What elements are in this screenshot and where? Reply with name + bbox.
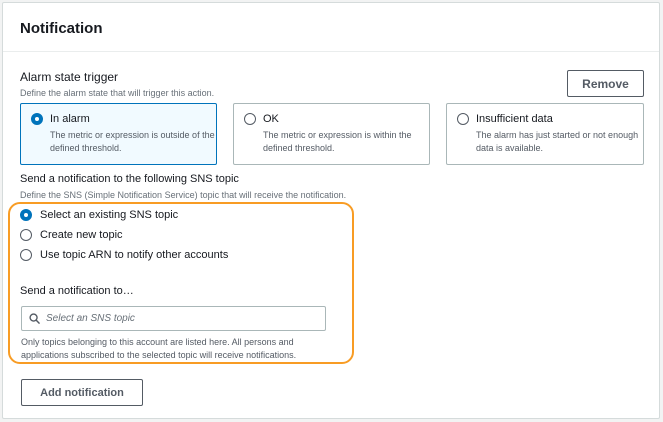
tile-insufficient-data[interactable]: Insufficient data The alarm has just sta… bbox=[446, 103, 644, 165]
tile-label: In alarm bbox=[50, 113, 90, 125]
notification-panel: Notification Alarm state trigger Define … bbox=[2, 2, 660, 419]
tile-ok[interactable]: OK The metric or expression is within th… bbox=[233, 103, 430, 165]
ok-radio[interactable] bbox=[244, 113, 256, 125]
panel-header: Notification bbox=[3, 3, 659, 52]
tile-description: The metric or expression is within the d… bbox=[263, 130, 412, 153]
highlight-outline bbox=[8, 202, 354, 364]
tile-label: Insufficient data bbox=[476, 113, 553, 125]
in-alarm-radio[interactable] bbox=[31, 113, 43, 125]
add-notification-button[interactable]: Add notification bbox=[21, 379, 143, 406]
tile-description: The metric or expression is outside of t… bbox=[50, 130, 215, 153]
tile-in-alarm[interactable]: In alarm The metric or expression is out… bbox=[20, 103, 217, 165]
tile-label: OK bbox=[263, 113, 279, 125]
panel-title: Notification bbox=[20, 20, 103, 37]
sns-description: Define the SNS (Simple Notification Serv… bbox=[20, 190, 347, 200]
alarm-trigger-description: Define the alarm state that will trigger… bbox=[20, 88, 215, 98]
insufficient-data-radio[interactable] bbox=[457, 113, 469, 125]
remove-button[interactable]: Remove bbox=[567, 70, 644, 97]
tile-description: The alarm has just started or not enough… bbox=[476, 130, 639, 153]
alarm-trigger-label: Alarm state trigger bbox=[20, 70, 119, 84]
sns-label: Send a notification to the following SNS… bbox=[20, 173, 239, 185]
